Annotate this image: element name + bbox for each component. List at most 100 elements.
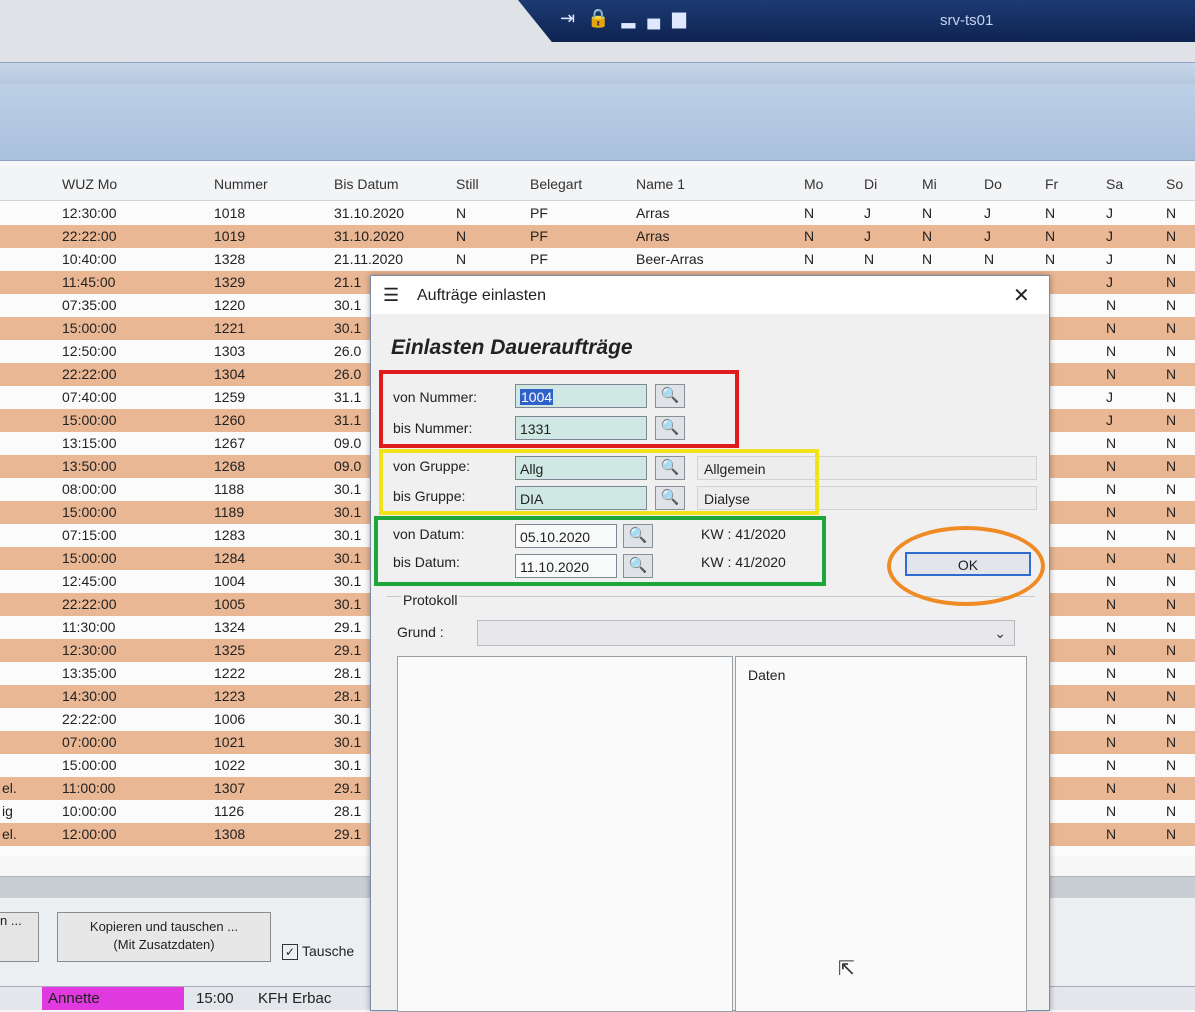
column-header[interactable]: Bis Datum <box>334 176 399 192</box>
table-cell: 30.1 <box>334 297 362 313</box>
table-cell: 09.0 <box>334 458 362 474</box>
table-cell: N <box>1166 596 1177 612</box>
von-nummer-search-button[interactable]: 🔍 <box>655 384 685 408</box>
table-cell: 30.1 <box>334 550 362 566</box>
table-cell: 28.1 <box>334 665 362 681</box>
checkbox-check-icon: ✓ <box>282 944 298 961</box>
bis-gruppe-search-button[interactable]: 🔍 <box>655 486 685 510</box>
table-cell: 26.0 <box>334 366 362 382</box>
column-header[interactable]: Name 1 <box>636 176 685 192</box>
von-gruppe-search-button[interactable]: 🔍 <box>655 456 685 480</box>
table-cell: N <box>1166 205 1177 221</box>
column-header[interactable]: Do <box>984 176 1002 192</box>
column-header[interactable]: Belegart <box>530 176 582 192</box>
table-cell: N <box>1106 757 1117 773</box>
table-cell: 31.1 <box>334 412 362 428</box>
column-header[interactable]: Nummer <box>214 176 268 192</box>
protokoll-list[interactable] <box>397 656 733 1012</box>
table-cell: 07:00:00 <box>62 734 117 750</box>
ok-button[interactable]: OK <box>905 552 1031 576</box>
table-cell: N <box>1166 734 1177 750</box>
column-header[interactable]: So <box>1166 176 1183 192</box>
table-cell: J <box>984 205 991 221</box>
table-cell: 29.1 <box>334 619 362 635</box>
von-datum-search-button[interactable]: 🔍 <box>623 524 653 548</box>
copy-and-swap-button[interactable]: Kopieren und tauschen ... (Mit Zusatzdat… <box>57 912 271 962</box>
close-icon[interactable]: ✕ <box>1013 283 1030 308</box>
column-header[interactable]: Sa <box>1106 176 1123 192</box>
search-icon: 🔍 <box>628 527 648 544</box>
von-datum-input[interactable]: 05.10.2020 <box>515 524 617 548</box>
table-cell: N <box>1045 205 1056 221</box>
table-cell: 30.1 <box>334 757 362 773</box>
table-cell: 1324 <box>214 619 246 635</box>
partial-left-button[interactable]: n ... <box>0 912 39 962</box>
table-cell: N <box>1166 527 1177 543</box>
dialog-heading: Einlasten Daueraufträge <box>391 336 633 359</box>
table-cell: N <box>1106 297 1117 313</box>
table-row[interactable]: 22:22:00 1019 31.10.2020 N PF Arras N J N J N J N <box>0 225 1195 248</box>
lock-icon[interactable]: 🔒 <box>587 8 621 28</box>
table-cell: N <box>1166 251 1177 267</box>
table-cell: 10:40:00 <box>62 251 117 267</box>
menu-strip <box>0 62 1195 85</box>
column-header[interactable]: WUZ Mo <box>62 176 117 192</box>
search-icon: 🔍 <box>660 387 680 404</box>
chevron-down-icon[interactable]: ⌄ <box>994 625 1006 642</box>
table-cell: 11:30:00 <box>62 619 116 635</box>
column-header[interactable]: Mo <box>804 176 823 192</box>
table-cell: 07:15:00 <box>62 527 117 543</box>
tausche-label: Tausche <box>302 943 355 959</box>
table-cell: 12:30:00 <box>62 642 117 658</box>
table-cell: N <box>804 251 815 267</box>
table-cell: J <box>864 228 871 244</box>
table-cell: 31.10.2020 <box>334 228 405 244</box>
table-cell: 29.1 <box>334 642 362 658</box>
mouse-cursor-icon: ⇱ <box>838 958 855 980</box>
table-cell: 30.1 <box>334 527 362 543</box>
von-nummer-input[interactable]: 1004 <box>515 384 647 408</box>
table-cell: 1268 <box>214 458 246 474</box>
table-cell: N <box>1106 481 1117 497</box>
table-cell: 31.1 <box>334 389 362 405</box>
daten-label: Daten <box>748 667 786 683</box>
signal-icon: ▂▄▆ <box>621 8 698 28</box>
column-header[interactable]: Still <box>456 176 479 192</box>
server-name: srv-ts01 <box>940 12 994 29</box>
bis-nummer-input[interactable]: 1331 <box>515 416 647 440</box>
column-header[interactable]: Mi <box>922 176 937 192</box>
table-cell: 30.1 <box>334 711 362 727</box>
table-cell: N <box>1106 619 1117 635</box>
table-cell: 11:45:00 <box>62 274 116 290</box>
table-cell: N <box>1106 665 1117 681</box>
daten-pane[interactable]: Daten <box>735 656 1027 1012</box>
table-cell: N <box>804 205 815 221</box>
bis-gruppe-input[interactable]: DIA <box>515 486 647 510</box>
table-cell: 22:22:00 <box>62 366 117 382</box>
table-cell: 15:00:00 <box>62 550 117 566</box>
table-cell: 1189 <box>214 504 245 520</box>
column-header[interactable]: Di <box>864 176 877 192</box>
table-cell: 1021 <box>214 734 246 750</box>
table-cell: 08:00:00 <box>62 481 117 497</box>
table-cell: N <box>1166 343 1177 359</box>
table-row[interactable]: 12:30:00 1018 31.10.2020 N PF Arras N J N J N J N <box>0 202 1195 225</box>
bis-nummer-search-button[interactable]: 🔍 <box>655 416 685 440</box>
hamburger-menu-icon[interactable]: ☰ <box>383 285 399 306</box>
column-header[interactable]: Fr <box>1045 176 1058 192</box>
table-cell: N <box>1166 550 1177 566</box>
table-cell: N <box>1166 826 1177 842</box>
von-gruppe-input[interactable]: Allg <box>515 456 647 480</box>
bis-datum-input[interactable]: 11.10.2020 <box>515 554 617 578</box>
table-row[interactable]: 10:40:00 1328 21.11.2020 N PF Beer-Arras N N N N N… <box>0 248 1195 271</box>
table-cell: N <box>1166 458 1177 474</box>
bis-datum-search-button[interactable]: 🔍 <box>623 554 653 578</box>
table-cell: N <box>1166 711 1177 727</box>
pin-icon[interactable]: ⇥ <box>560 8 587 28</box>
table-cell: N <box>1106 320 1117 336</box>
table-cell: 22:22:00 <box>62 596 117 612</box>
tausche-checkbox[interactable]: ✓ Tausche <box>282 943 355 961</box>
table-cell: N <box>1166 757 1177 773</box>
table-cell: 1284 <box>214 550 246 566</box>
grund-select[interactable]: ⌄ <box>477 620 1015 646</box>
